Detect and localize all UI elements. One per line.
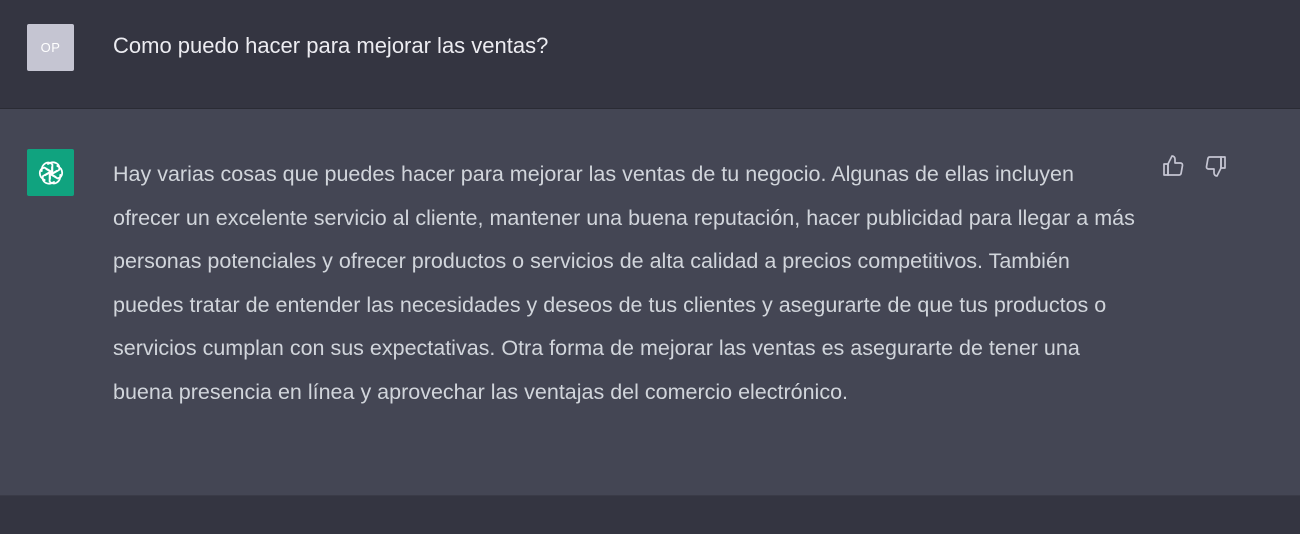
thumbs-up-button[interactable] <box>1160 153 1186 179</box>
thread-footer-area <box>0 496 1300 534</box>
thumbs-up-icon <box>1163 155 1184 176</box>
thumbs-down-icon <box>1205 156 1226 177</box>
assistant-avatar <box>27 149 74 196</box>
assistant-message-text: Hay varias cosas que puedes hacer para m… <box>113 162 1135 404</box>
assistant-message-row: Hay varias cosas que puedes hacer para m… <box>0 109 1300 496</box>
user-message-text: Como puedo hacer para mejorar las ventas… <box>113 33 549 58</box>
openai-logo-icon <box>38 161 63 184</box>
chat-thread: OP Como puedo hacer para mejorar las ven… <box>0 0 1300 534</box>
window-edge <box>1300 0 1304 534</box>
user-avatar-initials: OP <box>40 40 61 55</box>
user-message-row: OP Como puedo hacer para mejorar las ven… <box>0 0 1300 109</box>
thumbs-down-button[interactable] <box>1203 153 1229 179</box>
user-avatar: OP <box>27 24 74 71</box>
